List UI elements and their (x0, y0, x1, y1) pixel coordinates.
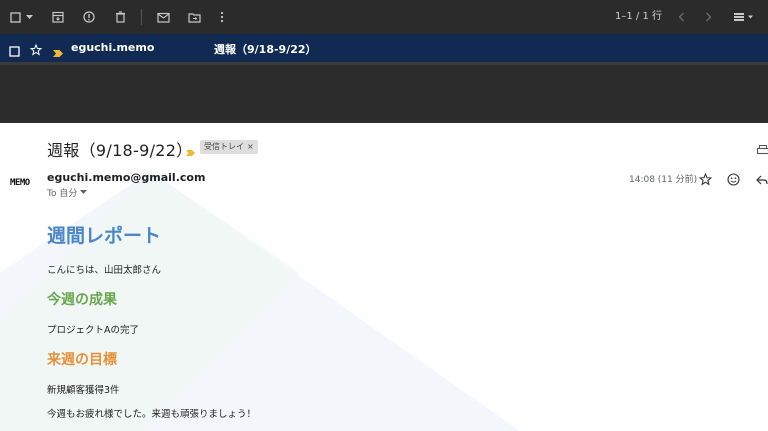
recipient-text: To 自分 (47, 189, 78, 199)
prev-page-icon[interactable] (675, 9, 687, 25)
inbox-label-chip[interactable]: 受信トレイ × (200, 140, 258, 154)
row-subject: 週報（9/18-9/22） (214, 43, 317, 56)
page-count: 1–1 / 1 行 (615, 11, 662, 22)
recipient-details-icon[interactable] (80, 190, 88, 195)
section-goals-title: 来週の目標 (47, 352, 117, 368)
toolbar-divider (141, 9, 142, 25)
mark-unread-icon[interactable] (156, 9, 170, 25)
body-greeting: こんにちは、山田太郎さん (47, 265, 162, 276)
important-marker-icon[interactable] (185, 142, 196, 161)
toolbar: 1–1 / 1 行 (0, 0, 768, 34)
density-icon[interactable] (731, 9, 757, 25)
sender-email[interactable]: eguchi.memo@gmail.com (47, 171, 205, 184)
select-checkbox-icon[interactable] (8, 9, 22, 25)
message-pane: 週報（9/18-9/22） 受信トレイ × MEMO eguchi.memo@g… (0, 123, 768, 431)
recipient-line[interactable]: To 自分 (47, 186, 88, 199)
star-icon[interactable] (29, 41, 43, 60)
body-heading: 週間レポート (47, 225, 162, 247)
next-page-icon[interactable] (702, 9, 714, 25)
reply-icon[interactable] (756, 171, 768, 190)
dropdown-caret-icon[interactable] (24, 9, 34, 25)
important-marker-icon[interactable] (52, 43, 64, 62)
remove-label-button[interactable]: × (247, 140, 254, 154)
archive-icon[interactable] (51, 9, 65, 25)
avatar: MEMO (10, 178, 30, 188)
message-list-row[interactable]: eguchi.memo 週報（9/18-9/22） (0, 34, 768, 62)
body-closing: 今週もお疲れ様でした。来週も頑張りましょう！ (47, 409, 257, 420)
section-achievements-title: 今週の成果 (47, 292, 117, 308)
move-to-icon[interactable] (187, 9, 201, 25)
message-subject: 週報（9/18-9/22） (47, 141, 193, 160)
delete-icon[interactable] (113, 9, 127, 25)
row-sender: eguchi.memo (71, 41, 155, 54)
list-empty-area (0, 65, 768, 123)
inbox-label-text: 受信トレイ (204, 142, 244, 151)
section-goals-text: 新規顧客獲得3件 (47, 385, 120, 396)
star-icon[interactable] (698, 171, 713, 190)
emoji-reaction-icon[interactable] (727, 171, 740, 190)
more-icon[interactable] (218, 9, 226, 25)
row-checkbox-icon[interactable] (9, 42, 20, 61)
message-time: 14:08 (11 分前) (629, 175, 698, 185)
print-icon[interactable] (756, 141, 768, 160)
report-spam-icon[interactable] (82, 9, 96, 25)
section-achievements-text: プロジェクトAの完了 (47, 325, 139, 336)
